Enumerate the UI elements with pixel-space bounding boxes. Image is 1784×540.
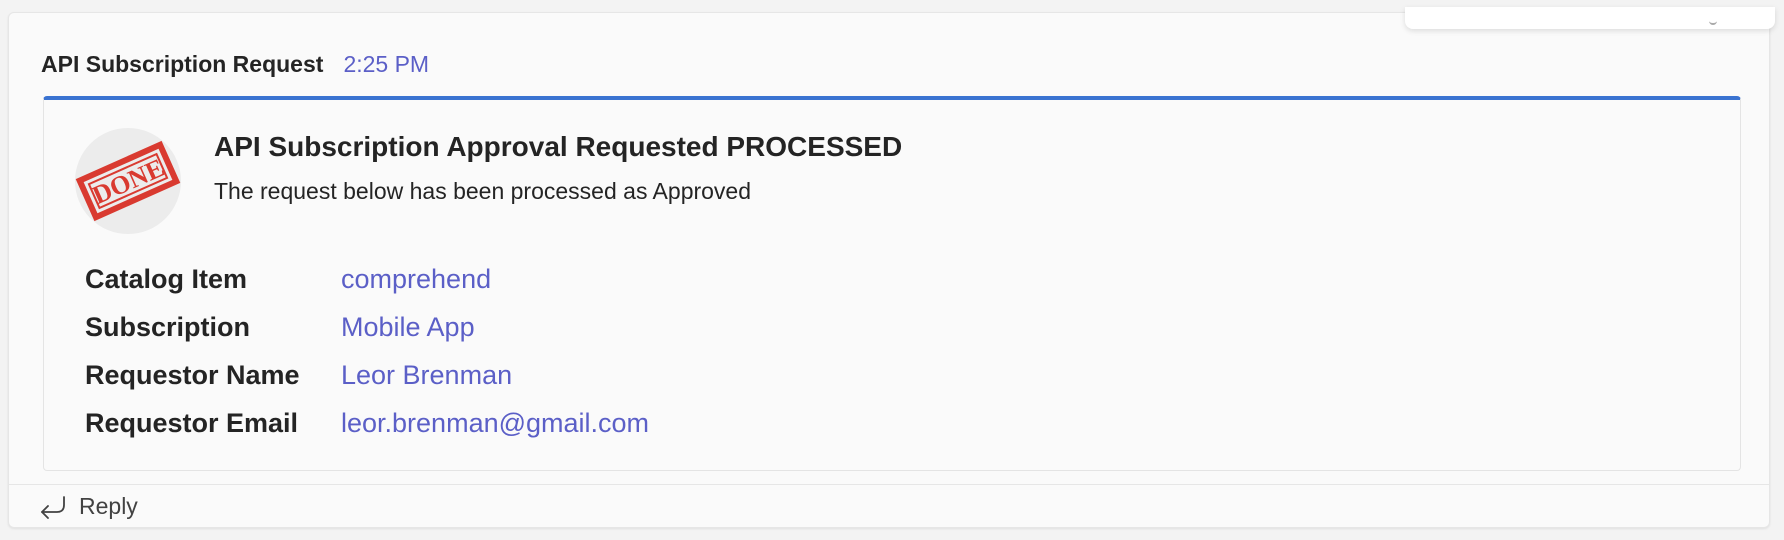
done-stamp-graphic: DONE [75, 140, 181, 222]
fact-value-link[interactable]: comprehend [341, 264, 491, 295]
fact-row-requestor-email: Requestor Email leor.brenman@gmail.com [85, 399, 649, 447]
fact-row-subscription: Subscription Mobile App [85, 303, 649, 351]
fact-label: Requestor Email [85, 407, 299, 438]
adaptive-card: DONE API Subscription Approval Requested… [43, 96, 1741, 471]
card-title: API Subscription Approval Requested PROC… [214, 131, 903, 162]
message-timestamp: 2:25 PM [343, 51, 430, 77]
fact-row-catalog-item: Catalog Item comprehend [85, 255, 649, 303]
reply-label: Reply [79, 493, 138, 519]
fact-set: Catalog Item comprehend Subscription Mob… [85, 255, 649, 447]
email-link[interactable]: leor.brenman@gmail.com [341, 408, 649, 439]
sender-name: API Subscription Request [41, 51, 324, 77]
fact-row-requestor-name: Requestor Name Leor Brenman [85, 351, 649, 399]
message-container: API Subscription Request 2:25 PM DONE AP… [8, 7, 1775, 528]
reply-button[interactable]: Reply [37, 493, 138, 521]
card-subtitle: The request below has been processed as … [214, 178, 752, 204]
message-header: API Subscription Request 2:25 PM [41, 51, 429, 78]
done-stamp-icon: DONE [75, 128, 181, 234]
reply-arrow-icon [41, 495, 65, 519]
toolbar-icon[interactable] [1709, 17, 1717, 25]
fact-label: Subscription [85, 311, 251, 342]
fact-label: Requestor Name [85, 359, 300, 390]
fact-value-link[interactable]: Leor Brenman [341, 360, 512, 391]
fact-value-link[interactable]: Mobile App [341, 312, 475, 343]
fact-label: Catalog Item [85, 263, 248, 294]
message-footer: Reply [9, 484, 1769, 528]
hover-toolbar [1405, 7, 1775, 29]
